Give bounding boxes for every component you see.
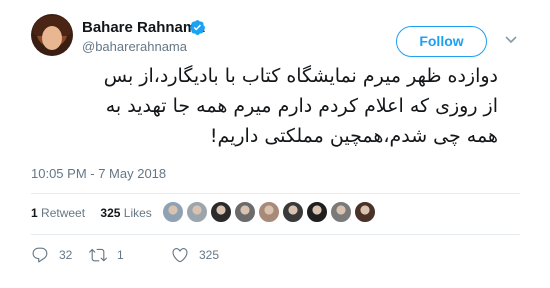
retweets-stat[interactable]: 1 Retweet bbox=[31, 206, 85, 220]
retweets-count: 1 bbox=[31, 206, 38, 220]
heart-icon bbox=[172, 248, 188, 263]
likes-stat[interactable]: 325 Likes bbox=[100, 206, 151, 220]
tweet-card: Bahare Rahnama @baharerahnama Follow دوا… bbox=[0, 0, 550, 288]
tweet-stats: 1 Retweet 325 Likes bbox=[31, 206, 152, 220]
avatar[interactable] bbox=[31, 14, 73, 56]
like-button[interactable]: 325 bbox=[171, 246, 219, 264]
divider bbox=[31, 193, 520, 194]
reply-button[interactable]: 32 bbox=[31, 246, 72, 264]
likes-label: Likes bbox=[123, 206, 152, 220]
reply-icon bbox=[32, 247, 48, 263]
likes-count: 325 bbox=[100, 206, 121, 220]
liker-avatar[interactable] bbox=[306, 201, 328, 223]
retweet-count: 1 bbox=[117, 248, 124, 262]
tweet-text: دوازده ظهر میرم نمایشگاه کتاب با بادیگار… bbox=[103, 65, 498, 147]
retweets-label: Retweet bbox=[41, 206, 86, 220]
liker-avatar[interactable] bbox=[234, 201, 256, 223]
liker-avatar[interactable] bbox=[330, 201, 352, 223]
liker-avatar[interactable] bbox=[186, 201, 208, 223]
liker-avatar[interactable] bbox=[354, 201, 376, 223]
reply-count: 32 bbox=[59, 248, 73, 262]
liker-avatar[interactable] bbox=[258, 201, 280, 223]
divider bbox=[31, 234, 520, 235]
liker-avatars bbox=[162, 201, 376, 225]
liker-avatar[interactable] bbox=[162, 201, 184, 223]
tweet-timestamp[interactable]: 10:05 PM - 7 May 2018 bbox=[31, 166, 166, 181]
like-count: 325 bbox=[199, 248, 220, 262]
avatar-face bbox=[42, 26, 62, 50]
retweet-icon bbox=[89, 248, 107, 262]
follow-button[interactable]: Follow bbox=[396, 26, 487, 57]
liker-avatar[interactable] bbox=[210, 201, 232, 223]
liker-avatar[interactable] bbox=[282, 201, 304, 223]
chevron-down-icon[interactable] bbox=[505, 34, 517, 46]
user-handle[interactable]: @baharerahnama bbox=[82, 39, 187, 54]
verified-badge-icon bbox=[190, 20, 205, 35]
display-name[interactable]: Bahare Rahnama bbox=[82, 19, 205, 36]
retweet-button[interactable]: 1 bbox=[89, 246, 124, 264]
